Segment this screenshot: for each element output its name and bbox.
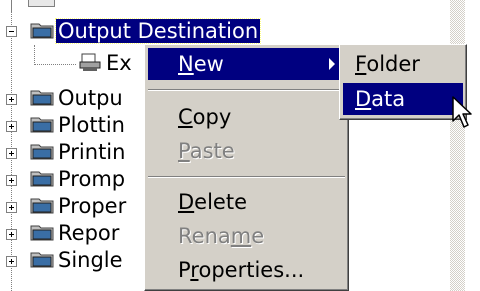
data-folder-icon — [30, 252, 54, 268]
data-folder-icon — [30, 225, 54, 241]
data-folder-icon — [30, 144, 54, 160]
tree-node[interactable]: Promp — [0, 166, 150, 193]
printer-icon — [79, 53, 101, 71]
menu-item-label: Rena — [178, 224, 231, 248]
mouse-pointer-icon — [452, 96, 472, 128]
tree-node-label[interactable]: Output Destination — [54, 18, 262, 44]
submenu-new: Folder Data — [339, 44, 467, 120]
menu-item-label: elete — [194, 190, 247, 214]
tree-node-label[interactable]: Printin — [56, 140, 127, 164]
mnemonic: F — [355, 52, 367, 76]
expand-toggle-icon[interactable] — [6, 175, 17, 186]
menu-item-paste[interactable]: Paste — [148, 135, 345, 167]
expand-toggle-icon[interactable] — [6, 148, 17, 159]
menu-separator — [148, 176, 345, 178]
tree-node[interactable]: Ex — [0, 50, 150, 77]
data-folder-icon — [30, 171, 54, 187]
menu-item-label: ew — [193, 52, 224, 76]
context-menu: New Copy Paste Delete Rename Properties.… — [144, 44, 349, 291]
collapse-toggle-icon[interactable] — [6, 26, 17, 37]
tree-node[interactable]: Single — [0, 247, 150, 274]
tree-node[interactable]: Proper — [0, 193, 150, 220]
mnemonic: D — [355, 87, 372, 111]
menu-separator — [148, 89, 345, 91]
tree-node-label[interactable]: Plottin — [56, 113, 127, 137]
menu-item-label: P — [178, 258, 191, 282]
menu-item-label: operties... — [198, 258, 305, 282]
menu-item-label: opy — [192, 105, 232, 129]
menu-item-label: ata — [371, 87, 406, 111]
tree-node-label[interactable]: Proper — [56, 194, 128, 218]
menu-item-copy[interactable]: Copy — [148, 101, 345, 133]
expand-toggle-icon[interactable] — [6, 229, 17, 240]
mnemonic: D — [178, 190, 195, 214]
menu-item-label: e — [251, 224, 265, 248]
expand-toggle-icon[interactable] — [6, 94, 17, 105]
tree-node[interactable]: Output Destination — [0, 18, 280, 45]
mnemonic: N — [178, 52, 194, 76]
menu-item-label: older — [366, 52, 420, 76]
submenu-item-data[interactable]: Data — [343, 83, 463, 115]
tree-node-label[interactable]: Single — [56, 248, 125, 272]
mnemonic: m — [230, 224, 252, 248]
menu-item-properties[interactable]: Properties... — [148, 254, 345, 286]
mnemonic: P — [178, 139, 190, 163]
partial-node-icon — [28, 0, 55, 7]
tree-node[interactable]: Plottin — [0, 112, 150, 139]
tree-connector — [11, 0, 12, 12]
submenu-item-folder[interactable]: Folder — [343, 48, 463, 80]
expand-toggle-icon[interactable] — [6, 256, 17, 267]
tree-node[interactable]: Outpu — [0, 85, 150, 112]
menu-item-label: aste — [189, 139, 235, 163]
tree-node-label[interactable]: Promp — [56, 167, 127, 191]
data-folder-icon — [30, 117, 54, 133]
expand-toggle-icon[interactable] — [6, 121, 17, 132]
menu-item-new[interactable]: New — [148, 48, 345, 80]
tree-node-label[interactable]: Repor — [56, 221, 121, 245]
tree-node-label[interactable]: Outpu — [56, 86, 125, 110]
menu-item-rename[interactable]: Rename — [148, 220, 345, 252]
tree-node-label[interactable]: Ex — [104, 51, 134, 75]
data-folder-icon — [30, 90, 54, 106]
menu-item-delete[interactable]: Delete — [148, 186, 345, 218]
submenu-arrow-icon — [329, 58, 335, 70]
expand-toggle-icon[interactable] — [6, 202, 17, 213]
data-folder-icon — [30, 23, 54, 39]
tree-node[interactable]: Printin — [0, 139, 150, 166]
mnemonic: C — [178, 105, 193, 129]
data-folder-icon — [30, 198, 54, 214]
tree-node[interactable]: Repor — [0, 220, 150, 247]
